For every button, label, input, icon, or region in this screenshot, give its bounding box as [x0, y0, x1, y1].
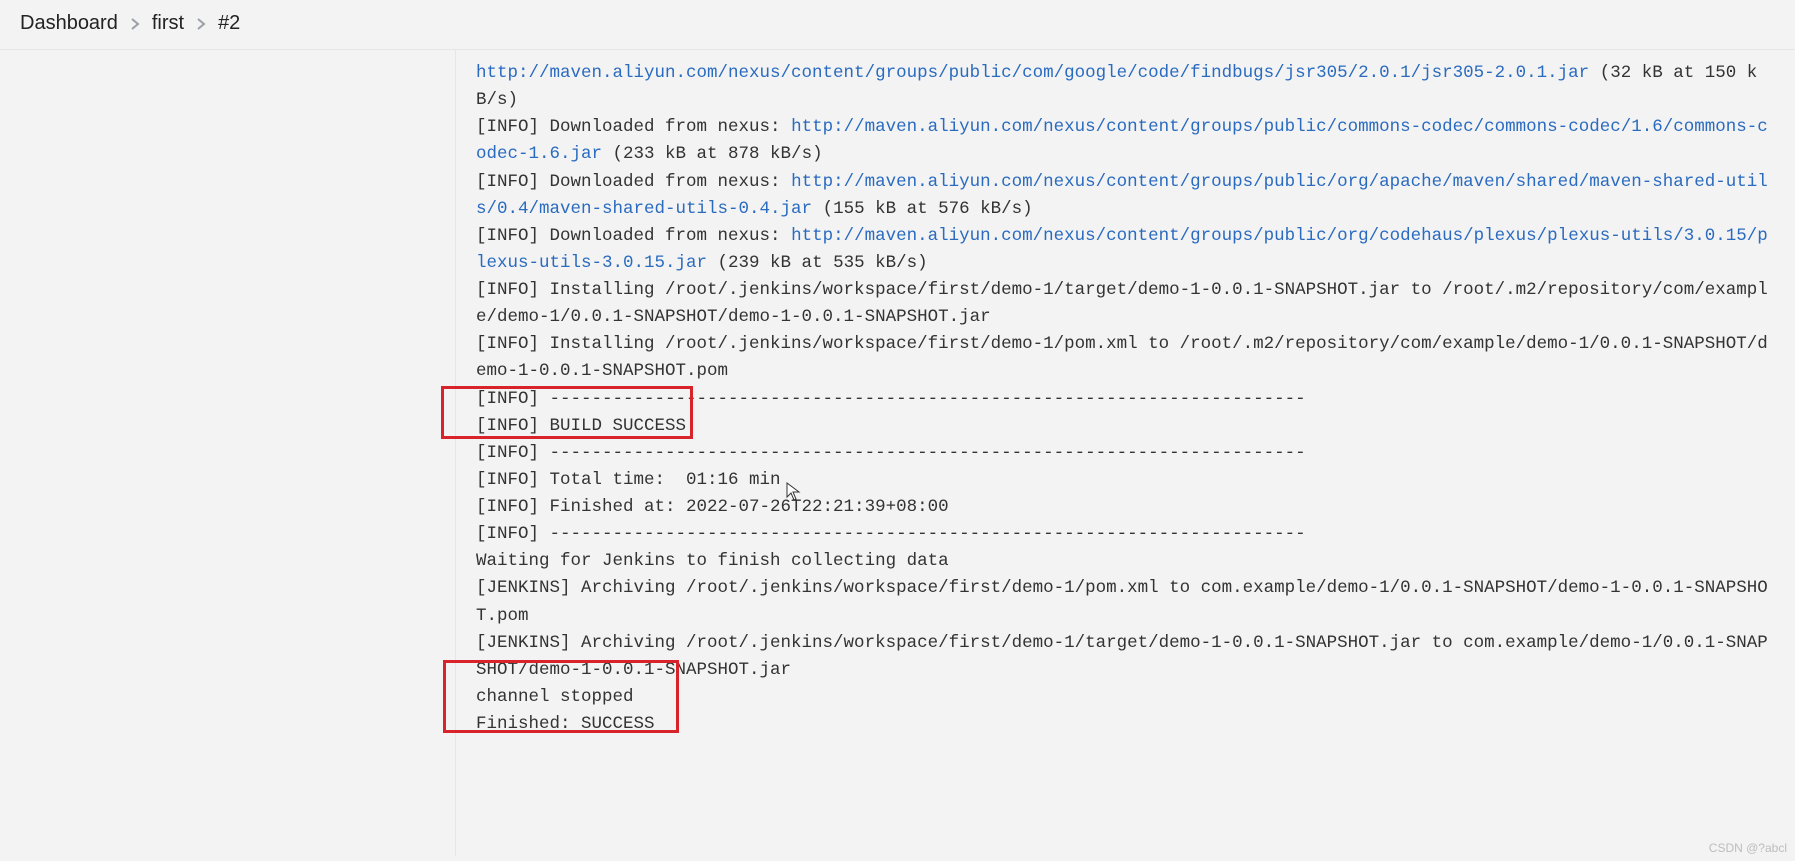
- console-text-finished: Finished: SUCCESS: [476, 714, 655, 734]
- console-text: [INFO] Downloaded from nexus:: [476, 226, 791, 246]
- console-text: (155 kB at 576 kB/s): [812, 199, 1033, 219]
- chevron-right-icon: [196, 18, 206, 30]
- console-text: [INFO] ---------------------------------…: [476, 524, 1306, 544]
- console-text: [INFO] Installing /root/.jenkins/workspa…: [476, 334, 1768, 381]
- console-text-build-success: [INFO] BUILD SUCCESS: [476, 416, 686, 436]
- breadcrumb-project-link[interactable]: first: [152, 12, 184, 35]
- console-text: [JENKINS] Archiving /root/.jenkins/works…: [476, 633, 1768, 680]
- console-output: http://maven.aliyun.com/nexus/content/gr…: [456, 50, 1795, 856]
- console-text: (233 kB at 878 kB/s): [602, 144, 823, 164]
- console-text: [JENKINS] Archiving /root/.jenkins/works…: [476, 578, 1768, 625]
- console-text: [INFO] ---------------------------------…: [476, 389, 1306, 409]
- console-text: [INFO] Downloaded from nexus:: [476, 172, 791, 192]
- breadcrumb: Dashboard first #2: [0, 0, 1795, 50]
- console-text: [INFO] Downloaded from nexus:: [476, 117, 791, 137]
- console-text: [INFO] Total time: 01:16 min: [476, 470, 781, 490]
- download-url-link[interactable]: http://maven.aliyun.com/nexus/content/gr…: [476, 63, 1589, 83]
- breadcrumb-build-label: #2: [218, 12, 240, 35]
- watermark-text: CSDN @?abcl: [1709, 841, 1787, 855]
- console-text: [INFO] Finished at: 2022-07-26T22:21:39+…: [476, 497, 949, 517]
- sidebar: [0, 50, 456, 856]
- console-text: [INFO] Installing /root/.jenkins/workspa…: [476, 280, 1768, 327]
- console-text: [INFO] ---------------------------------…: [476, 443, 1306, 463]
- console-text: Waiting for Jenkins to finish collecting…: [476, 551, 949, 571]
- cursor-icon: [786, 428, 802, 444]
- console-text: (239 kB at 535 kB/s): [707, 253, 928, 273]
- console-text: channel stopped: [476, 687, 634, 707]
- chevron-right-icon: [130, 18, 140, 30]
- breadcrumb-dashboard-link[interactable]: Dashboard: [20, 12, 118, 35]
